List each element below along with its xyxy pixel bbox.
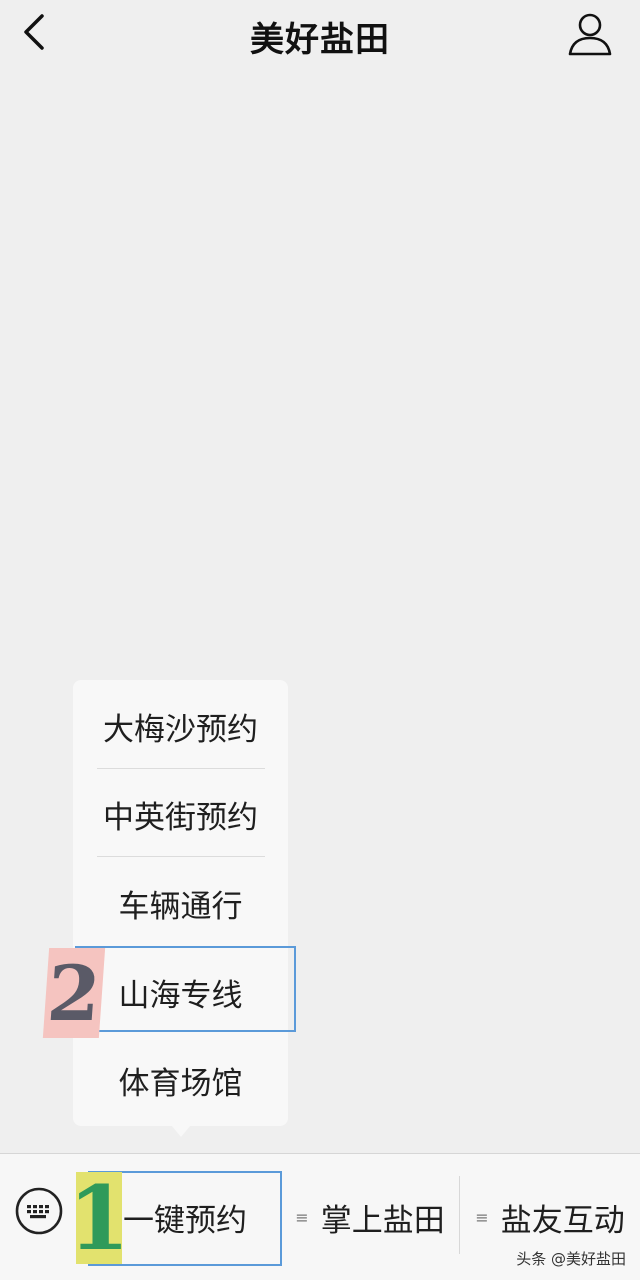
person-icon[interactable]: [566, 10, 614, 58]
page-title: 美好盐田: [250, 20, 390, 60]
divider: [97, 856, 265, 857]
keyboard-icon[interactable]: [14, 1186, 64, 1236]
watermark: 头条 @美好盐田: [516, 1250, 626, 1268]
menu-tab-label: 掌上盐田: [320, 1202, 445, 1239]
submenu-popup: 大梅沙预约 中英街预约 车辆通行 山海专线 体育场馆: [73, 680, 288, 1126]
submenu-item-label: 大梅沙预约: [103, 711, 258, 748]
highlight-box-submenu: [75, 946, 296, 1032]
submenu-item-sports-venue[interactable]: 体育场馆: [73, 1036, 288, 1124]
submenu-item-label: 车辆通行: [118, 888, 243, 925]
divider: [97, 768, 265, 769]
menu-tab-label: 盐友互动: [500, 1202, 625, 1239]
screen: 美好盐田 大梅沙预约 中英街预约 车辆通行 山海专线 体育场馆 2 一键预约 ≡…: [0, 0, 640, 1280]
submenu-item-label: 中英街预约: [103, 799, 258, 836]
submenu-item-zhongyingjie[interactable]: 中英街预约: [73, 770, 288, 858]
submenu-item-label: 体育场馆: [118, 1065, 243, 1102]
step-badge-2: 2: [42, 948, 106, 1038]
menu-tab-zhangshang-yantian[interactable]: ≡ 掌上盐田: [281, 1172, 459, 1262]
navbar: 美好盐田: [0, 0, 640, 66]
submenu-item-dameisha[interactable]: 大梅沙预约: [73, 682, 288, 770]
menu-list-icon: ≡: [475, 1207, 489, 1227]
step-badge-1: 1: [68, 1166, 130, 1270]
popup-arrow: [171, 1125, 191, 1137]
menu-list-icon: ≡: [295, 1207, 309, 1227]
submenu-item-vehicle-pass[interactable]: 车辆通行: [73, 859, 288, 947]
